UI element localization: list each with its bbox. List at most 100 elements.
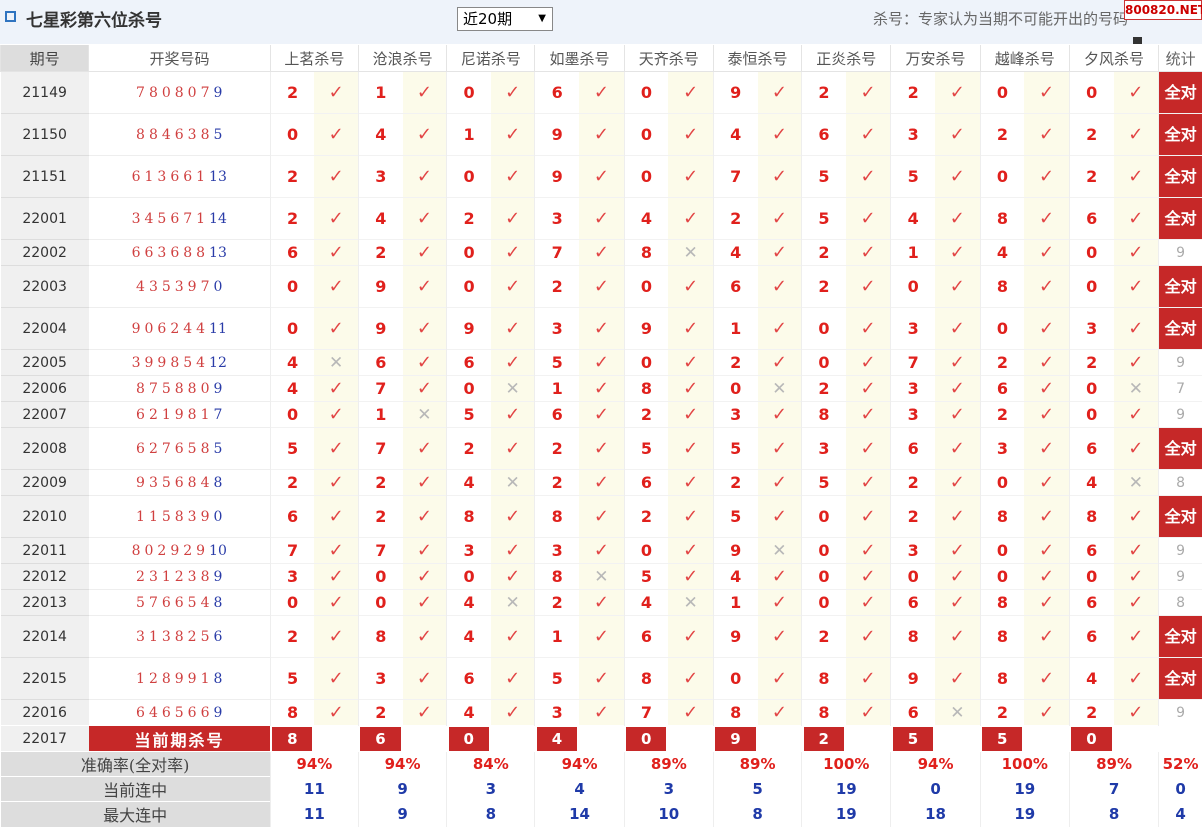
check-icon: ✓ [668, 428, 713, 470]
check-icon: ✓ [491, 350, 535, 376]
kill-number: 6 [891, 700, 935, 726]
stat-value: 89% [713, 752, 801, 777]
kill-number: 1 [535, 376, 579, 402]
kill-number: 7 [535, 240, 579, 266]
check-icon: ✓ [1024, 700, 1069, 726]
kill-number: 3 [447, 538, 491, 564]
table-row: 2201011583906✓2✓8✓8✓2✓5✓0✓2✓8✓8✓全对 [1, 496, 1202, 538]
kill-number: 0 [447, 240, 491, 266]
kill-number: 4 [358, 114, 402, 156]
kill-number: 6 [358, 350, 402, 376]
check-icon: ✓ [758, 402, 802, 428]
kill-number: 5 [802, 198, 846, 240]
kill-number: 2 [980, 402, 1024, 428]
kill-number: 6 [1069, 428, 1113, 470]
check-icon: ✓ [491, 240, 535, 266]
check-icon: ✓ [935, 156, 980, 198]
kill-number: 0 [980, 156, 1024, 198]
draw-last-number: 6 [214, 629, 223, 645]
cross-icon: ✕ [314, 350, 358, 376]
check-icon: ✓ [758, 564, 802, 590]
col-expert: 正炎杀号 [802, 45, 891, 72]
check-icon: ✓ [1114, 538, 1159, 564]
draw-numbers: 66368813 [89, 240, 271, 266]
current-period-row: 22017当前期杀号8604092550 [1, 726, 1202, 752]
check-icon: ✓ [491, 266, 535, 308]
check-icon: ✓ [1114, 428, 1159, 470]
stat-label: 当前连中 [1, 777, 271, 802]
period-cell: 22010 [1, 496, 89, 538]
draw-digits: 884638 [136, 127, 213, 143]
draw-numbers: 8846385 [89, 114, 271, 156]
kill-number: 9 [535, 114, 579, 156]
check-icon: ✓ [579, 590, 624, 616]
draw-numbers: 80292910 [89, 538, 271, 564]
spacer [935, 726, 980, 752]
kill-number: 7 [358, 376, 402, 402]
kill-number: 8 [891, 616, 935, 658]
check-icon: ✓ [314, 496, 358, 538]
table-row: 22011802929107✓7✓3✓3✓0✓9✕0✓3✓0✓6✓9 [1, 538, 1202, 564]
check-icon: ✓ [1024, 538, 1069, 564]
current-kill-cell: 8 [270, 726, 314, 752]
current-kill-cell: 0 [447, 726, 491, 752]
stat-total: 52% [1159, 752, 1202, 777]
kill-number: 7 [358, 538, 402, 564]
kill-number: 0 [447, 72, 491, 114]
check-icon: ✓ [491, 658, 535, 700]
kill-number: 2 [891, 470, 935, 496]
col-stat: 统计 [1159, 45, 1202, 72]
header-row: 期号 开奖号码 上茗杀号 沧浪杀号 尼诺杀号 如墨杀号 天齐杀号 泰恒杀号 正炎… [1, 45, 1202, 72]
kill-number: 2 [980, 700, 1024, 726]
table-row: 2200862765855✓7✓2✓2✓5✓5✓3✓6✓3✓6✓全对 [1, 428, 1202, 470]
kill-number: 5 [713, 428, 757, 470]
check-icon: ✓ [579, 114, 624, 156]
kill-number: 2 [447, 428, 491, 470]
draw-numbers: 6219817 [89, 402, 271, 428]
check-icon: ✓ [758, 700, 802, 726]
stat-cell: 全对 [1159, 198, 1202, 240]
draw-last-number: 0 [214, 509, 223, 525]
kill-number: 0 [802, 308, 846, 350]
kill-number: 2 [535, 470, 579, 496]
kill-number: 0 [358, 590, 402, 616]
check-icon: ✓ [846, 470, 891, 496]
kill-number: 1 [358, 72, 402, 114]
kill-number-table: 期号 开奖号码 上茗杀号 沧浪杀号 尼诺杀号 如墨杀号 天齐杀号 泰恒杀号 正炎… [0, 45, 1202, 827]
check-icon: ✓ [579, 72, 624, 114]
check-icon: ✓ [579, 402, 624, 428]
site-badge[interactable]: 800820.NET [1124, 0, 1202, 20]
kill-number: 0 [624, 538, 668, 564]
period-range-select[interactable]: 近20期 ▼ [457, 7, 553, 31]
period-cell: 22016 [1, 700, 89, 726]
col-expert: 万安杀号 [891, 45, 980, 72]
check-icon: ✓ [579, 428, 624, 470]
check-icon: ✓ [491, 700, 535, 726]
draw-digits: 802929 [132, 543, 209, 559]
check-icon: ✓ [1114, 114, 1159, 156]
stat-value: 89% [1069, 752, 1158, 777]
table-row: 2115088463850✓4✓1✓9✓0✓4✓6✓3✓2✓2✓全对 [1, 114, 1202, 156]
stat-cell: 9 [1159, 538, 1202, 564]
check-icon: ✓ [314, 564, 358, 590]
table-row: 2201223123893✓0✓0✓8✕5✓4✓0✓0✓0✓0✓9 [1, 564, 1202, 590]
check-icon: ✓ [758, 72, 802, 114]
kill-number: 6 [624, 470, 668, 496]
current-kill-number: 2 [804, 727, 844, 751]
current-kill-cell: 0 [1069, 726, 1113, 752]
check-icon: ✓ [668, 72, 713, 114]
table-row: 2200993568482✓2✓4✕2✓6✓2✓5✓2✓0✓4✕8 [1, 470, 1202, 496]
kill-number: 1 [713, 590, 757, 616]
check-icon: ✓ [1114, 496, 1159, 538]
kill-number: 5 [535, 350, 579, 376]
kill-number: 2 [447, 198, 491, 240]
draw-numbers: 3138256 [89, 616, 271, 658]
kill-number: 4 [713, 114, 757, 156]
current-period: 22017 [1, 726, 89, 752]
draw-digits: 613661 [132, 169, 209, 185]
draw-last-number: 9 [214, 381, 223, 397]
col-expert: 天齐杀号 [624, 45, 713, 72]
stat-cell: 9 [1159, 350, 1202, 376]
draw-digits: 231238 [136, 569, 213, 585]
col-expert: 越峰杀号 [980, 45, 1069, 72]
